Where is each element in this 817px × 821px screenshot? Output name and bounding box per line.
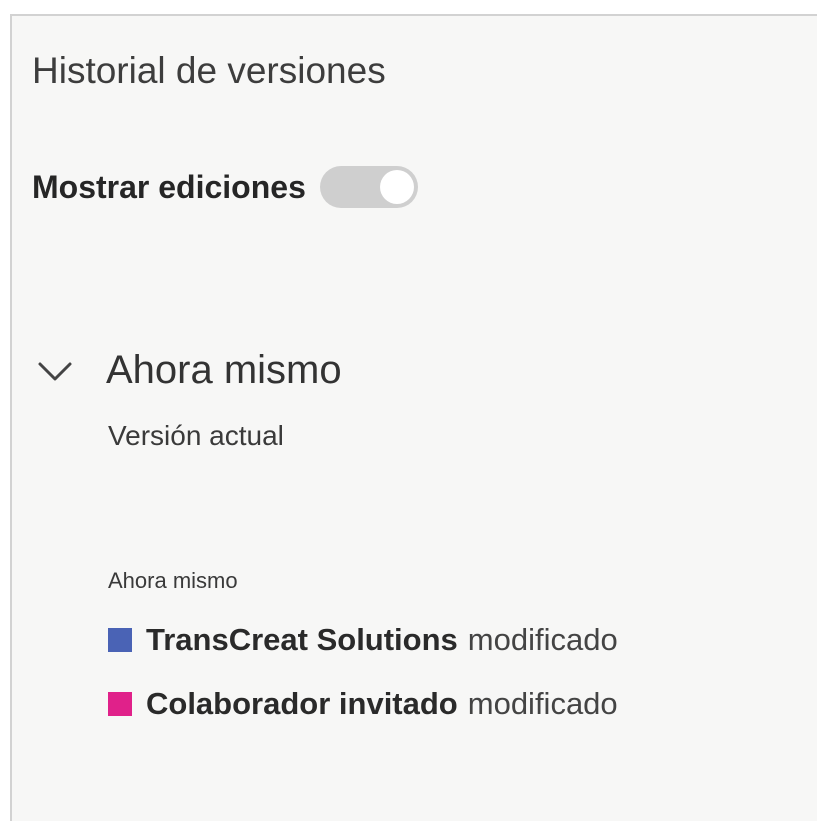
- editor-name: Colaborador invitado: [146, 686, 458, 721]
- version-group-title: Ahora mismo: [106, 348, 342, 392]
- version-history-panel: Historial de versiones Mostrar ediciones…: [10, 14, 817, 821]
- version-group-header[interactable]: Ahora mismo: [34, 348, 342, 393]
- current-version-label[interactable]: Versión actual: [108, 420, 284, 452]
- editor-color-swatch: [108, 628, 132, 652]
- editor-color-swatch: [108, 692, 132, 716]
- editor-action: modificado: [467, 622, 618, 657]
- editor-row: TransCreat Solutions modificado: [108, 622, 618, 658]
- editor-name: TransCreat Solutions: [146, 622, 458, 657]
- toggle-knob: [379, 170, 414, 204]
- show-edits-row: Mostrar ediciones: [32, 166, 418, 208]
- editor-action: modificado: [467, 686, 618, 721]
- panel-title: Historial de versiones: [32, 50, 386, 91]
- show-edits-label: Mostrar ediciones: [32, 168, 306, 205]
- editor-row: Colaborador invitado modificado: [108, 686, 618, 722]
- chevron-down-icon[interactable]: [34, 350, 76, 392]
- entry-timestamp: Ahora mismo: [108, 568, 238, 593]
- show-edits-toggle[interactable]: [319, 166, 418, 208]
